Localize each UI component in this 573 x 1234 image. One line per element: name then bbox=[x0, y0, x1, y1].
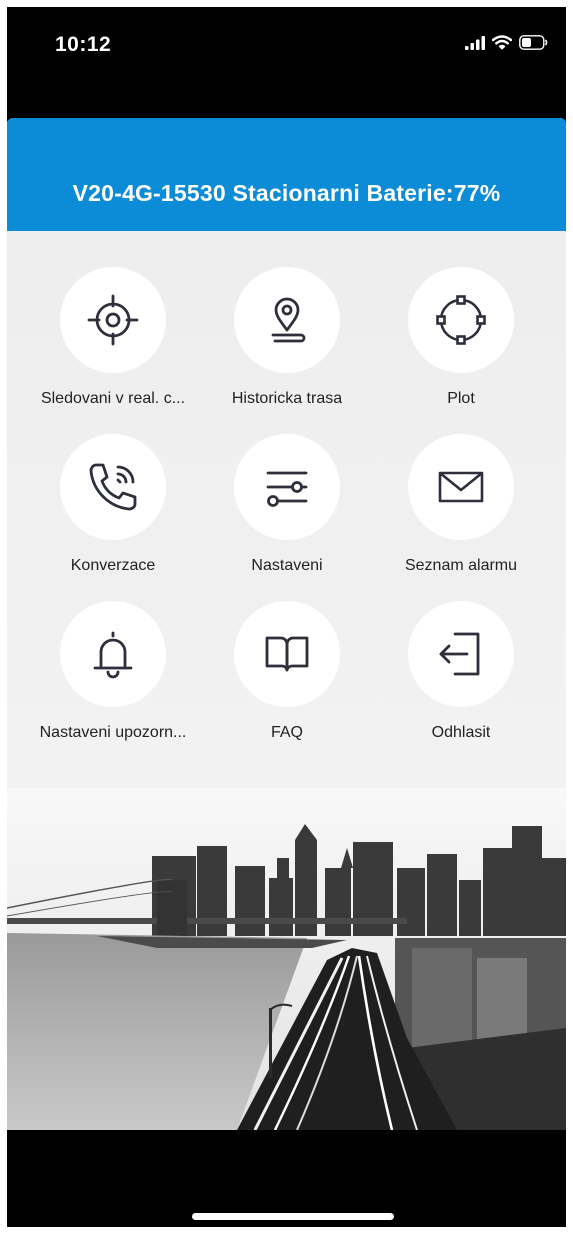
icon-circle bbox=[60, 434, 166, 540]
menu-item-notification-settings[interactable]: Nastaveni upozorn... bbox=[20, 601, 206, 751]
status-time: 10:12 bbox=[55, 33, 112, 56]
cellular-signal-icon bbox=[465, 35, 485, 50]
icon-circle bbox=[234, 434, 340, 540]
geofence-icon bbox=[436, 295, 486, 345]
menu-item-realtime-tracking[interactable]: Sledovani v real. c... bbox=[20, 267, 206, 417]
phone-screen: 10:12 V20-4G-15530 Stacionarni Baterie:7 bbox=[7, 7, 566, 1227]
icon-circle bbox=[408, 601, 514, 707]
menu-item-alarm-list[interactable]: Seznam alarmu bbox=[368, 434, 554, 584]
menu-item-geofence[interactable]: Plot bbox=[368, 267, 554, 417]
app-screen: V20-4G-15530 Stacionarni Baterie:77% Sle… bbox=[7, 118, 566, 1130]
menu-item-label: Seznam alarmu bbox=[404, 557, 518, 574]
menu-item-label: Plot bbox=[447, 390, 475, 407]
phone-call-icon bbox=[89, 463, 137, 511]
menu-item-label: FAQ bbox=[270, 724, 303, 741]
menu-item-label: Nastaveni upozorn... bbox=[39, 724, 187, 741]
battery-icon bbox=[519, 35, 548, 50]
icon-circle bbox=[408, 434, 514, 540]
menu-item-settings[interactable]: Nastaveni bbox=[194, 434, 380, 584]
menu-item-label: Konverzace bbox=[70, 557, 156, 574]
icon-circle bbox=[234, 601, 340, 707]
icon-circle bbox=[60, 267, 166, 373]
bell-icon bbox=[93, 631, 133, 679]
menu-item-label: Nastaveni bbox=[251, 557, 323, 574]
menu-item-logout[interactable]: Odhlasit bbox=[368, 601, 554, 751]
city-skyline-image bbox=[7, 788, 566, 1130]
status-icons bbox=[465, 35, 548, 50]
map-pin-route-icon bbox=[271, 297, 306, 343]
page-title: V20-4G-15530 Stacionarni Baterie:77% bbox=[72, 180, 501, 206]
menu-item-label: Historicka trasa bbox=[231, 390, 343, 407]
wifi-icon bbox=[492, 35, 512, 50]
menu-item-history-route[interactable]: Historicka trasa bbox=[194, 267, 380, 417]
menu-item-label: Sledovani v real. c... bbox=[40, 390, 186, 407]
envelope-icon bbox=[438, 471, 484, 503]
menu-item-conversation[interactable]: Konverzace bbox=[20, 434, 206, 584]
logout-icon bbox=[439, 632, 480, 676]
icon-circle bbox=[408, 267, 514, 373]
header-bar: V20-4G-15530 Stacionarni Baterie:77% bbox=[7, 118, 566, 231]
home-indicator[interactable] bbox=[192, 1213, 394, 1220]
icon-circle bbox=[60, 601, 166, 707]
status-bar: 10:12 bbox=[7, 7, 566, 87]
menu-item-faq[interactable]: FAQ bbox=[194, 601, 380, 751]
book-icon bbox=[265, 636, 309, 672]
icon-circle bbox=[234, 267, 340, 373]
menu-item-label: Odhlasit bbox=[431, 724, 491, 741]
crosshair-icon bbox=[87, 294, 139, 346]
sliders-icon bbox=[266, 471, 308, 507]
